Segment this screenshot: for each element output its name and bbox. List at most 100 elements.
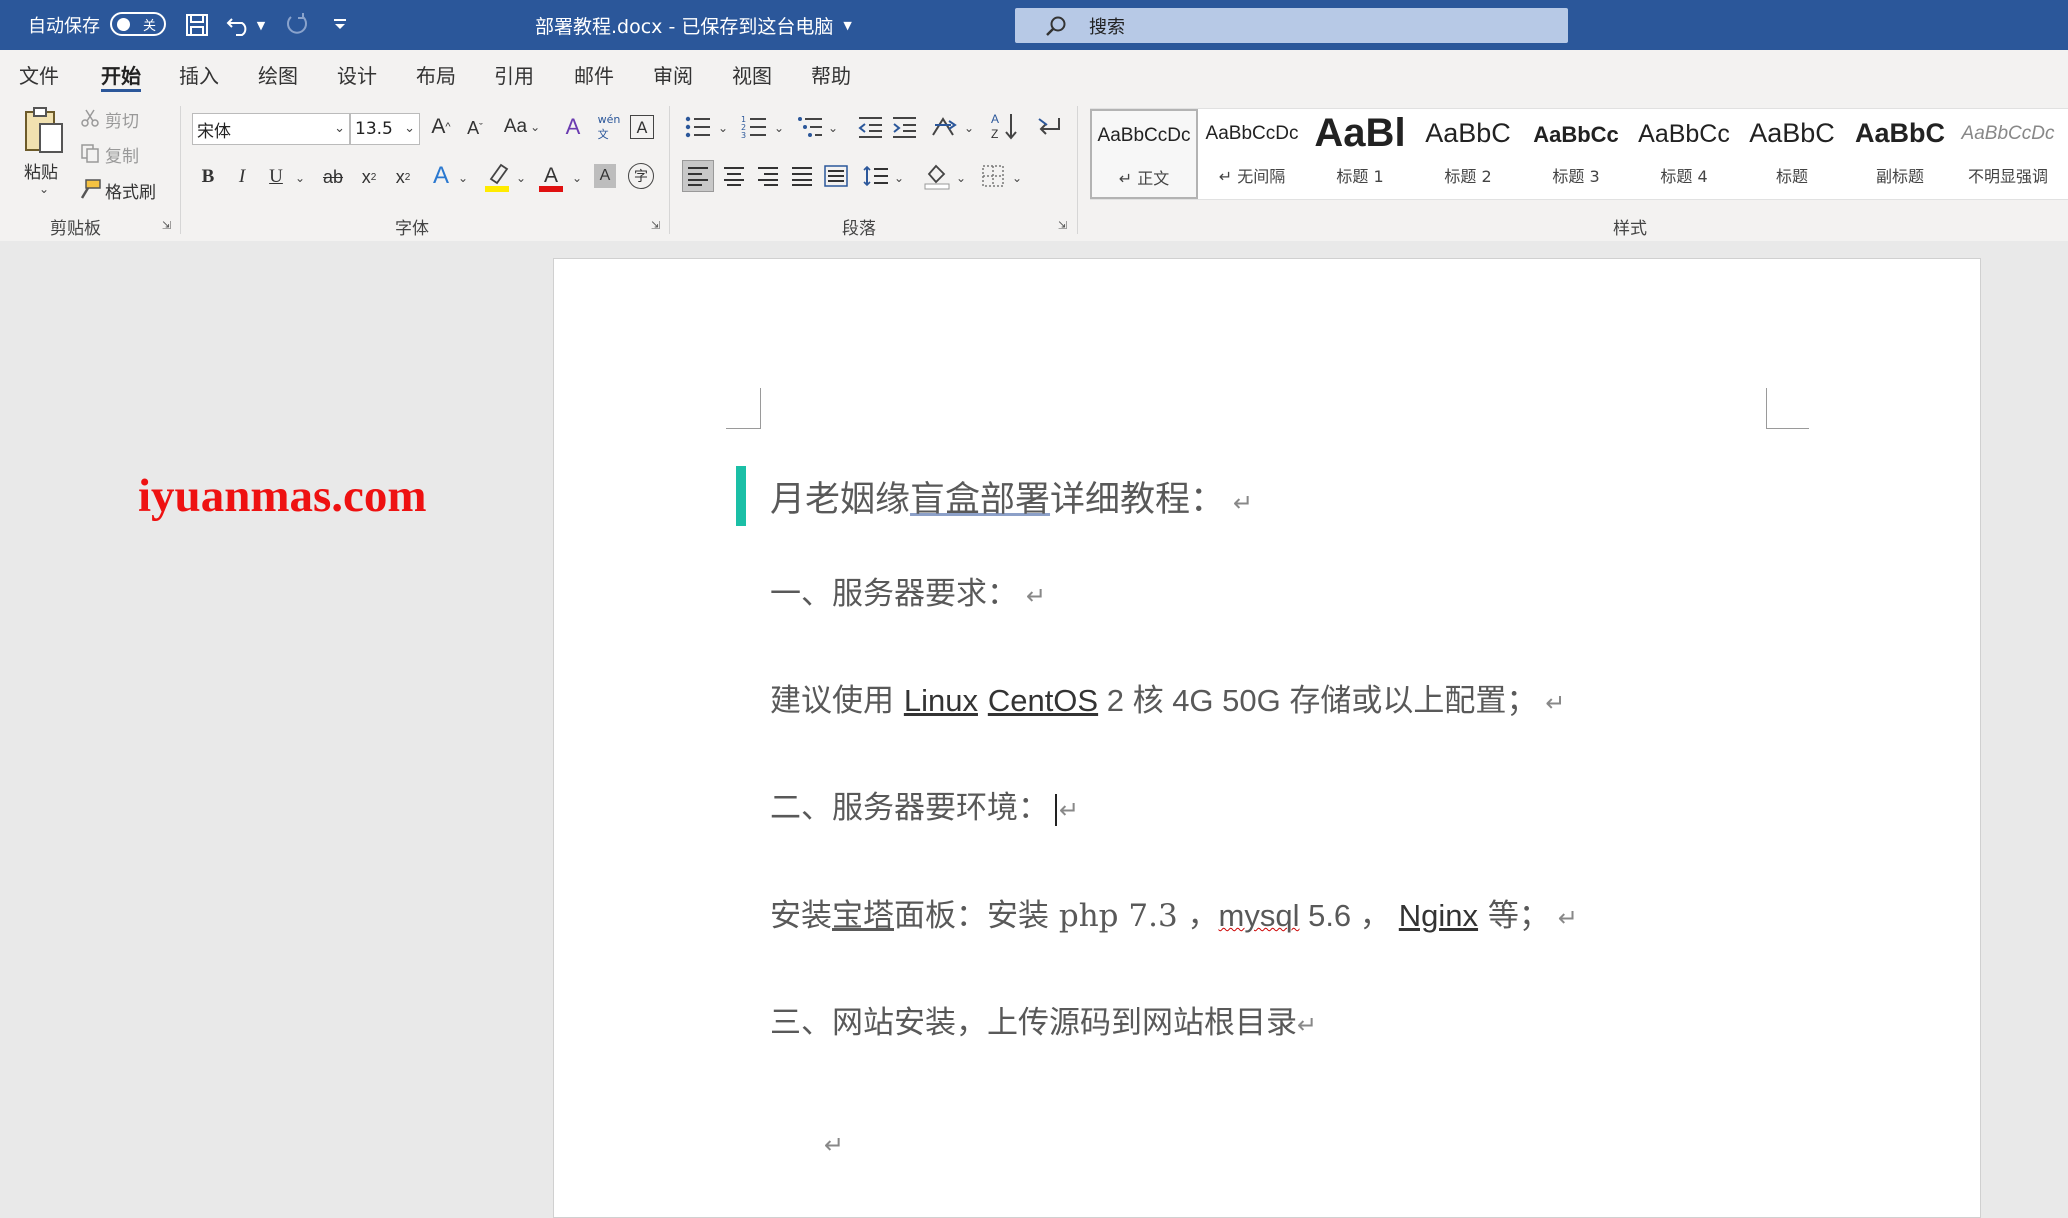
enclose-characters-icon[interactable]: 字: [628, 163, 654, 189]
styles-gallery: AaBbCcDc ↵ 正文 AaBbCcDc ↵ 无间隔 AaBl 标题 1 A…: [1090, 108, 2068, 200]
underline-dropdown-icon[interactable]: ⌄: [293, 166, 307, 190]
undo-icon[interactable]: [225, 12, 253, 38]
font-color-dropdown-icon[interactable]: ⌄: [570, 166, 584, 190]
strikethrough-icon[interactable]: ab: [318, 162, 348, 192]
line-spacing-icon[interactable]: [860, 160, 892, 192]
copy-icon[interactable]: [80, 143, 100, 163]
highlight-dropdown-icon[interactable]: ⌄: [514, 166, 528, 190]
document-title[interactable]: 部署教程.docx - 已保存到这台电脑 ▼: [535, 0, 852, 50]
tab-draw[interactable]: 绘图: [258, 50, 298, 98]
bold-icon[interactable]: B: [196, 162, 220, 192]
undo-dropdown-icon[interactable]: ▼: [253, 12, 269, 38]
doc-paragraph-2[interactable]: 安装宝塔面板：安装 php 7.3 ，mysql 5.6 ， Nginx 等； ↵: [770, 890, 1578, 935]
text-effects-icon[interactable]: A: [428, 160, 454, 192]
style-title[interactable]: AaBbC 标题: [1738, 109, 1846, 199]
chinese-layout-icon[interactable]: [930, 112, 960, 142]
style-heading-3[interactable]: AaBbCc 标题 3: [1522, 109, 1630, 199]
subscript-icon[interactable]: x2: [356, 162, 382, 192]
autosave-toggle[interactable]: 关: [110, 12, 166, 36]
tab-help[interactable]: 帮助: [811, 50, 851, 98]
character-border-icon[interactable]: A: [630, 115, 654, 139]
align-right-icon[interactable]: [752, 160, 784, 192]
italic-icon[interactable]: I: [230, 162, 254, 192]
customize-toolbar-icon[interactable]: [326, 12, 354, 38]
chevron-down-icon: ⌄: [334, 121, 345, 136]
show-paragraph-marks-icon[interactable]: [1034, 112, 1064, 142]
svg-text:A: A: [991, 112, 999, 126]
doc-empty-paragraph[interactable]: ↵: [824, 1125, 844, 1161]
numbering-dropdown-icon[interactable]: ⌄: [772, 116, 786, 140]
bullets-icon[interactable]: [684, 112, 712, 142]
format-painter-icon[interactable]: [78, 178, 102, 200]
distributed-icon[interactable]: [820, 160, 852, 192]
phonetic-guide-icon[interactable]: wén 文: [596, 112, 622, 142]
doc-section-2[interactable]: 二、服务器要环境： ↵: [770, 782, 1079, 827]
doc-section-3[interactable]: 三、网站安装，上传源码到网站根目录↵: [770, 997, 1317, 1042]
paragraph-launcher-icon[interactable]: ⇲: [1058, 220, 1070, 232]
multilevel-list-icon[interactable]: [796, 112, 824, 142]
font-launcher-icon[interactable]: ⇲: [651, 220, 663, 232]
text-effects-dropdown-icon[interactable]: ⌄: [456, 166, 470, 190]
paste-dropdown-icon[interactable]: ⌄: [39, 182, 49, 196]
align-left-icon[interactable]: [682, 160, 714, 192]
line-spacing-dropdown-icon[interactable]: ⌄: [892, 166, 906, 190]
superscript-icon[interactable]: x2: [390, 162, 416, 192]
tab-design[interactable]: 设计: [337, 50, 377, 98]
underline-icon[interactable]: U: [264, 162, 288, 192]
clipboard-launcher-icon[interactable]: ⇲: [162, 220, 174, 232]
shrink-font-icon[interactable]: Aˇ: [462, 114, 488, 142]
style-heading-4[interactable]: AaBbCc 标题 4: [1630, 109, 1738, 199]
styles-group-label: 样式: [1613, 219, 1647, 239]
cut-icon[interactable]: [80, 108, 100, 128]
style-heading-1[interactable]: AaBl 标题 1: [1306, 109, 1414, 199]
decrease-indent-icon[interactable]: [856, 112, 884, 142]
change-case-button[interactable]: Aa ⌄: [500, 112, 544, 142]
style-subtitle[interactable]: AaBbC 副标题: [1846, 109, 1954, 199]
tab-review[interactable]: 审阅: [653, 50, 693, 98]
highlight-icon[interactable]: [482, 160, 512, 194]
search-input[interactable]: 搜索: [1015, 8, 1568, 43]
style-heading-2[interactable]: AaBbC 标题 2: [1414, 109, 1522, 199]
paste-icon[interactable]: [22, 106, 66, 156]
shading-icon[interactable]: [922, 160, 952, 192]
doc-section-1[interactable]: 一、服务器要求： ↵: [770, 568, 1046, 613]
document-page[interactable]: 月老姻缘盲盒部署详细教程： ↵ 一、服务器要求： ↵ 建议使用 Linux Cent…: [553, 258, 1981, 1218]
multilevel-dropdown-icon[interactable]: ⌄: [826, 116, 840, 140]
tab-view[interactable]: 视图: [732, 50, 772, 98]
increase-indent-icon[interactable]: [890, 112, 918, 142]
save-icon[interactable]: [183, 12, 211, 38]
align-center-icon[interactable]: [718, 160, 750, 192]
format-painter-button[interactable]: 格式刷: [105, 178, 156, 203]
font-name-value: 宋体: [197, 121, 231, 142]
borders-icon[interactable]: [978, 160, 1008, 192]
tab-insert[interactable]: 插入: [179, 50, 219, 98]
chinese-layout-dropdown-icon[interactable]: ⌄: [962, 116, 976, 140]
tab-layout[interactable]: 布局: [416, 50, 456, 98]
tab-mailings[interactable]: 邮件: [574, 50, 614, 98]
paste-button[interactable]: 粘贴: [24, 158, 58, 183]
numbering-icon[interactable]: 123: [740, 112, 768, 142]
grow-font-icon[interactable]: A ^: [427, 112, 455, 142]
sort-icon[interactable]: AZ: [990, 110, 1020, 142]
justify-icon[interactable]: [786, 160, 818, 192]
font-size-select[interactable]: 13.5 ⌄: [350, 113, 420, 145]
character-shading-icon[interactable]: A: [594, 164, 616, 188]
bullets-dropdown-icon[interactable]: ⌄: [716, 116, 730, 140]
copy-button[interactable]: 复制: [105, 142, 139, 167]
style-subtle-emphasis[interactable]: AaBbCcDc 不明显强调: [1954, 109, 2062, 199]
tab-references[interactable]: 引用: [494, 50, 534, 98]
style-no-spacing[interactable]: AaBbCcDc ↵ 无间隔: [1198, 109, 1306, 199]
document-canvas[interactable]: iyuanmas.com 月老姻缘盲盒部署详细教程： ↵ 一、服务器要求： ↵ 建议…: [0, 241, 2068, 1218]
doc-heading[interactable]: 月老姻缘盲盒部署详细教程： ↵: [770, 471, 1253, 522]
cut-button[interactable]: 剪切: [105, 107, 139, 132]
clear-formatting-icon[interactable]: A: [560, 112, 586, 142]
shading-dropdown-icon[interactable]: ⌄: [954, 166, 968, 190]
font-color-icon[interactable]: A: [536, 160, 566, 194]
tab-home[interactable]: 开始: [101, 50, 141, 98]
style-normal[interactable]: AaBbCcDc ↵ 正文: [1090, 109, 1198, 199]
doc-paragraph-1[interactable]: 建议使用 Linux CentOS 2 核 4G 50G 存储或以上配置； ↵: [770, 675, 1565, 720]
redo-icon[interactable]: [283, 12, 311, 38]
font-name-select[interactable]: 宋体 ⌄: [192, 113, 350, 145]
borders-dropdown-icon[interactable]: ⌄: [1010, 166, 1024, 190]
tab-file[interactable]: 文件: [19, 50, 59, 98]
